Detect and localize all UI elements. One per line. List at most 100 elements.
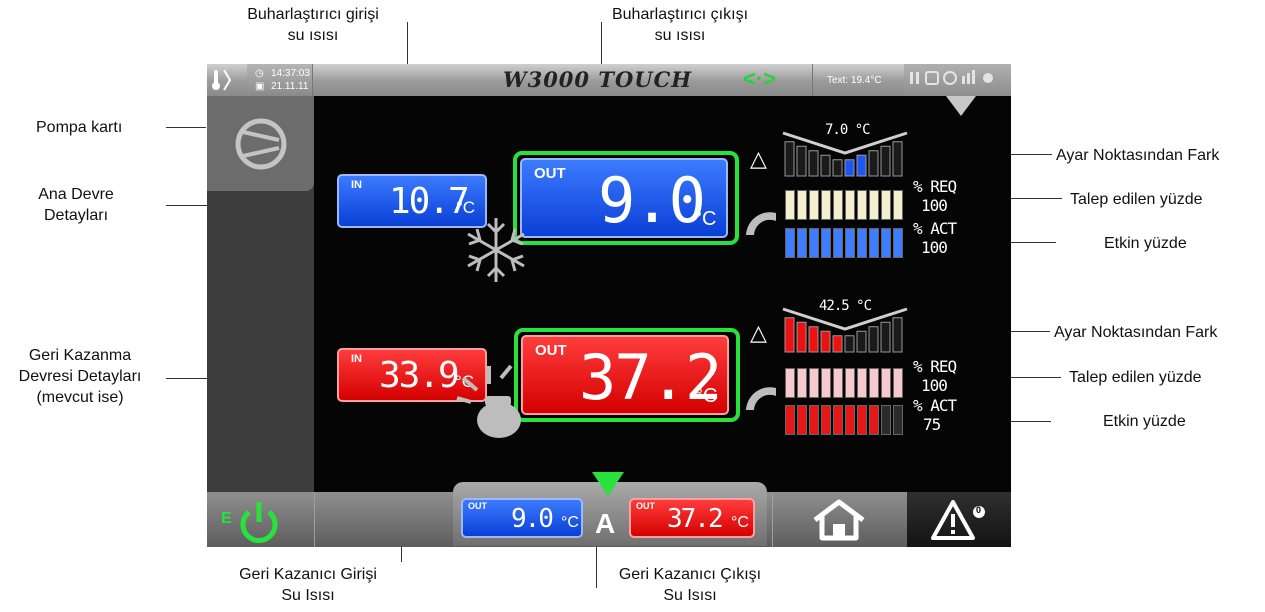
rec-req-segment (785, 368, 795, 398)
rec-gauge-bar (808, 326, 819, 353)
main-req-segment (809, 190, 819, 220)
main-in-label: IN (351, 179, 362, 191)
annotation-recovery-outlet: Geri Kazanıcı Çıkışı Su Isısı (618, 566, 762, 604)
bottom-out-display-1: OUT 9.0 °C (461, 498, 583, 538)
main-out-display: OUT 9.0 °C (520, 158, 728, 238)
bottom-bar: E OUT 9.0 °C OUT 37.2 °C A 0 (207, 482, 1011, 547)
top-bar: ◷ 14:37:03 ▣ 21.11.11 W3000 TOUCH <·> Te… (207, 64, 1011, 96)
recovery-out-highlight: OUT 37.2 °C (514, 328, 740, 422)
clock-area: ◷ 14:37:03 ▣ 21.11.11 (247, 64, 313, 96)
main-act-label: % ACT (913, 219, 957, 238)
calendar-icon: ▣ (255, 81, 265, 92)
brand-logo: W3000 TOUCH (503, 67, 693, 92)
clock-icon: ◷ (255, 68, 264, 79)
main-req-segment (845, 190, 855, 220)
rec-gauge-bar (880, 321, 891, 353)
main-req-segment (857, 190, 867, 220)
dropdown-pointer-icon (946, 96, 976, 116)
alarm-button[interactable]: 0 (907, 492, 1011, 547)
power-prefix: E (221, 510, 232, 527)
main-act-segment (893, 228, 903, 258)
bottom-out-label-2: OUT (636, 501, 655, 511)
main-act-segment (857, 228, 867, 258)
annotation-actual-pct-1: Etkin yüzde (1104, 235, 1187, 252)
rec-req-segment (881, 368, 891, 398)
rec-act-segment (785, 405, 795, 435)
alarm-count: 0 (976, 505, 982, 515)
external-temp-text: Text: 19.4°C (827, 75, 882, 86)
network-status-icon: <·> (743, 66, 777, 91)
main-out-highlight: OUT 9.0 °C (513, 151, 739, 245)
recovery-req-label: % REQ (913, 357, 957, 376)
recovery-in-value: 33.9 (379, 355, 460, 396)
rec-act-segment (797, 405, 807, 435)
rec-req-segment (845, 368, 855, 398)
main-act-segment (833, 228, 843, 258)
rec-act-segment (893, 405, 903, 435)
rec-req-segment (797, 368, 807, 398)
annotation-requested-pct-1: Talep edilen yüzde (1070, 191, 1203, 208)
recovery-act-label: % ACT (913, 396, 957, 415)
rec-act-segment (821, 405, 831, 435)
main-req-segment (869, 190, 879, 220)
annotation-recovery-inlet: Geri Kazanıcı Girişi Su Isısı (239, 566, 377, 604)
rec-gauge-bar (820, 330, 831, 353)
main-req-segment (833, 190, 843, 220)
rec-gauge-bar (892, 317, 903, 353)
main-gauge-bar (880, 145, 891, 177)
main-setpoint-value: 7.0 °C (825, 122, 871, 138)
power-button[interactable]: E (207, 492, 314, 547)
annotation-requested-pct-2: Talep edilen yüzde (1069, 369, 1202, 386)
bottom-out-value-1: 9.0 (511, 504, 554, 534)
main-actual-bars (785, 228, 903, 258)
annotation-main-circuit: Ana Devre Detayları (38, 186, 114, 224)
annotation-evaporator-inlet: Buharlaştırıcı girişi su ısısı (247, 6, 379, 44)
main-act-segment (797, 228, 807, 258)
main-act-segment (845, 228, 855, 258)
rec-req-segment (821, 368, 831, 398)
tools-menu-button[interactable] (904, 64, 1011, 96)
recovery-act-value: 75 (923, 415, 941, 434)
bottom-out-display-2: OUT 37.2 °C (629, 498, 755, 538)
home-button[interactable] (772, 492, 905, 547)
date-text: 21.11.11 (271, 81, 309, 92)
main-req-segment (881, 190, 891, 220)
rec-gauge-bar (784, 317, 795, 353)
recovery-actual-bars (785, 405, 903, 435)
rec-act-segment (881, 405, 891, 435)
main-gauge-bar (796, 145, 807, 177)
rec-gauge-bar (832, 335, 843, 353)
rec-act-segment (857, 405, 867, 435)
thermometer-icon (212, 69, 232, 91)
main-gauge-bar (844, 159, 855, 177)
main-out-unit: °C (694, 208, 717, 230)
main-gauge-bar (868, 150, 879, 177)
active-mode-pointer-icon (592, 472, 624, 496)
main-gauge-bar (784, 141, 795, 177)
bottom-out-unit-1: °C (561, 514, 579, 531)
rec-act-segment (809, 405, 819, 435)
bottom-out-value-2: 37.2 (667, 504, 724, 534)
recovery-req-value: 100 (921, 376, 948, 395)
rec-gauge-bar (868, 326, 879, 353)
main-out-value: 9.0 (598, 164, 706, 237)
menu-button[interactable] (207, 64, 248, 96)
annotation-pump-card: Pompa kartı (36, 119, 123, 136)
mode-indicator: A (595, 508, 616, 539)
main-act-segment (785, 228, 795, 258)
leader-pump (166, 127, 206, 128)
annotation-recovery-circuit: Geri Kazanma Devresi Detayları (mevcut i… (18, 347, 142, 406)
main-req-value: 100 (921, 196, 948, 215)
pump-card-tab[interactable] (207, 96, 314, 191)
rec-act-segment (869, 405, 879, 435)
bottom-out-label-1: OUT (468, 501, 487, 511)
recovery-out-display: OUT 37.2 °C (521, 335, 729, 415)
main-act-segment (809, 228, 819, 258)
main-gauge-bar (808, 150, 819, 177)
rec-req-segment (833, 368, 843, 398)
controller-screen: ◷ 14:37:03 ▣ 21.11.11 W3000 TOUCH <·> Te… (207, 64, 1011, 547)
main-req-segment (893, 190, 903, 220)
setpoint-diff-icon: △ (750, 146, 767, 171)
main-gauge-bar (820, 154, 831, 177)
main-act-segment (869, 228, 879, 258)
